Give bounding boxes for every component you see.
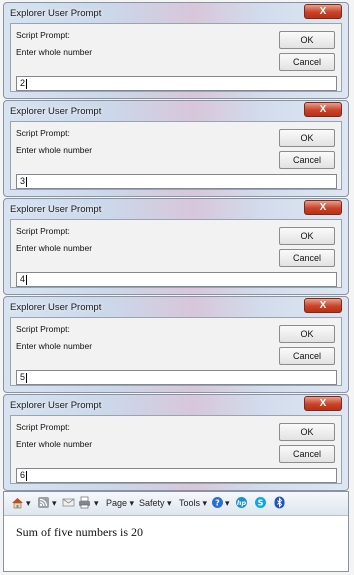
help-icon[interactable]: ? xyxy=(211,496,224,509)
browser-window: ▾ ▾ ▾ Page ▾ Safety ▾ Tools ▾ ? ▾ hp S S… xyxy=(3,491,349,572)
number-input[interactable]: 2 xyxy=(16,76,337,91)
tools-menu[interactable]: Tools ▾ xyxy=(179,497,207,510)
command-bar: ▾ ▾ ▾ Page ▾ Safety ▾ Tools ▾ ? ▾ hp S xyxy=(4,492,348,516)
print-icon[interactable] xyxy=(78,496,91,509)
ok-button[interactable]: OK xyxy=(279,129,335,147)
ok-button[interactable]: OK xyxy=(279,227,335,245)
close-button[interactable]: X xyxy=(304,4,342,19)
feeds-icon[interactable] xyxy=(37,496,50,509)
mail-icon[interactable] xyxy=(62,496,75,509)
script-prompt-label: Script Prompt: xyxy=(16,30,70,40)
prompt-message: Enter whole number xyxy=(16,145,93,155)
text-caret xyxy=(26,274,28,285)
text-caret xyxy=(26,470,28,481)
home-icon[interactable] xyxy=(11,496,24,509)
text-caret xyxy=(26,372,28,383)
ok-button[interactable]: OK xyxy=(279,31,335,49)
svg-text:?: ? xyxy=(215,499,220,508)
dialog-title: Explorer User Prompt xyxy=(10,302,102,313)
dialog-body: Script Prompt: Enter whole number OK Can… xyxy=(10,121,342,190)
print-dropdown[interactable]: ▾ xyxy=(94,497,99,510)
dialog-body: Script Prompt: Enter whole number OK Can… xyxy=(10,415,342,484)
text-caret xyxy=(26,176,28,187)
ok-button[interactable]: OK xyxy=(279,423,335,441)
input-value: 4 xyxy=(20,274,26,284)
close-button[interactable]: X xyxy=(304,396,342,411)
dialog-title: Explorer User Prompt xyxy=(10,400,102,411)
prompt-message: Enter whole number xyxy=(16,439,93,449)
close-button[interactable]: X xyxy=(304,102,342,117)
safety-menu[interactable]: Safety ▾ xyxy=(139,497,172,510)
input-value: 6 xyxy=(20,470,26,480)
cancel-button[interactable]: Cancel xyxy=(279,53,335,71)
prompt-dialog-3: Explorer User Prompt X Script Prompt: En… xyxy=(3,198,349,295)
script-prompt-label: Script Prompt: xyxy=(16,226,70,236)
svg-text:hp: hp xyxy=(237,499,247,507)
prompt-dialog-5: Explorer User Prompt X Script Prompt: En… xyxy=(3,394,349,491)
prompt-message: Enter whole number xyxy=(16,47,93,57)
prompt-dialog-2: Explorer User Prompt X Script Prompt: En… xyxy=(3,100,349,197)
input-value: 3 xyxy=(20,176,26,186)
cancel-button[interactable]: Cancel xyxy=(279,347,335,365)
dialog-body: Script Prompt: Enter whole number OK Can… xyxy=(10,219,342,288)
script-prompt-label: Script Prompt: xyxy=(16,128,70,138)
skype-icon[interactable]: S xyxy=(254,496,267,509)
dialog-titlebar[interactable]: Explorer User Prompt X xyxy=(4,3,348,23)
prompt-message: Enter whole number xyxy=(16,341,93,351)
cancel-button[interactable]: Cancel xyxy=(279,249,335,267)
script-prompt-label: Script Prompt: xyxy=(16,324,70,334)
input-value: 2 xyxy=(20,78,26,88)
close-button[interactable]: X xyxy=(304,200,342,215)
dialog-titlebar[interactable]: Explorer User Prompt X xyxy=(4,199,348,219)
dialog-body: Script Prompt: Enter whole number OK Can… xyxy=(10,317,342,386)
number-input[interactable]: 3 xyxy=(16,174,337,189)
dialog-titlebar[interactable]: Explorer User Prompt X xyxy=(4,395,348,415)
script-prompt-label: Script Prompt: xyxy=(16,422,70,432)
text-caret xyxy=(26,78,28,89)
input-value: 5 xyxy=(20,372,26,382)
dialog-body: Script Prompt: Enter whole number OK Can… xyxy=(10,23,342,92)
number-input[interactable]: 6 xyxy=(16,468,337,483)
prompt-dialog-4: Explorer User Prompt X Script Prompt: En… xyxy=(3,296,349,393)
help-dropdown[interactable]: ▾ xyxy=(225,497,230,510)
dialog-title: Explorer User Prompt xyxy=(10,8,102,19)
page-output-text: Sum of five numbers is 20 xyxy=(16,525,143,539)
ok-button[interactable]: OK xyxy=(279,325,335,343)
dialog-titlebar[interactable]: Explorer User Prompt X xyxy=(4,297,348,317)
hp-icon[interactable]: hp xyxy=(235,496,248,509)
prompt-message: Enter whole number xyxy=(16,243,93,253)
dialog-title: Explorer User Prompt xyxy=(10,106,102,117)
page-menu[interactable]: Page ▾ xyxy=(106,497,134,510)
svg-text:S: S xyxy=(258,499,264,508)
number-input[interactable]: 4 xyxy=(16,272,337,287)
cancel-button[interactable]: Cancel xyxy=(279,445,335,463)
home-dropdown[interactable]: ▾ xyxy=(26,497,31,510)
bluetooth-icon[interactable] xyxy=(273,496,286,509)
close-button[interactable]: X xyxy=(304,298,342,313)
dialog-titlebar[interactable]: Explorer User Prompt X xyxy=(4,101,348,121)
cancel-button[interactable]: Cancel xyxy=(279,151,335,169)
feeds-dropdown[interactable]: ▾ xyxy=(52,497,57,510)
prompt-dialog-1: Explorer User Prompt X Script Prompt: En… xyxy=(3,2,349,99)
number-input[interactable]: 5 xyxy=(16,370,337,385)
dialog-title: Explorer User Prompt xyxy=(10,204,102,215)
